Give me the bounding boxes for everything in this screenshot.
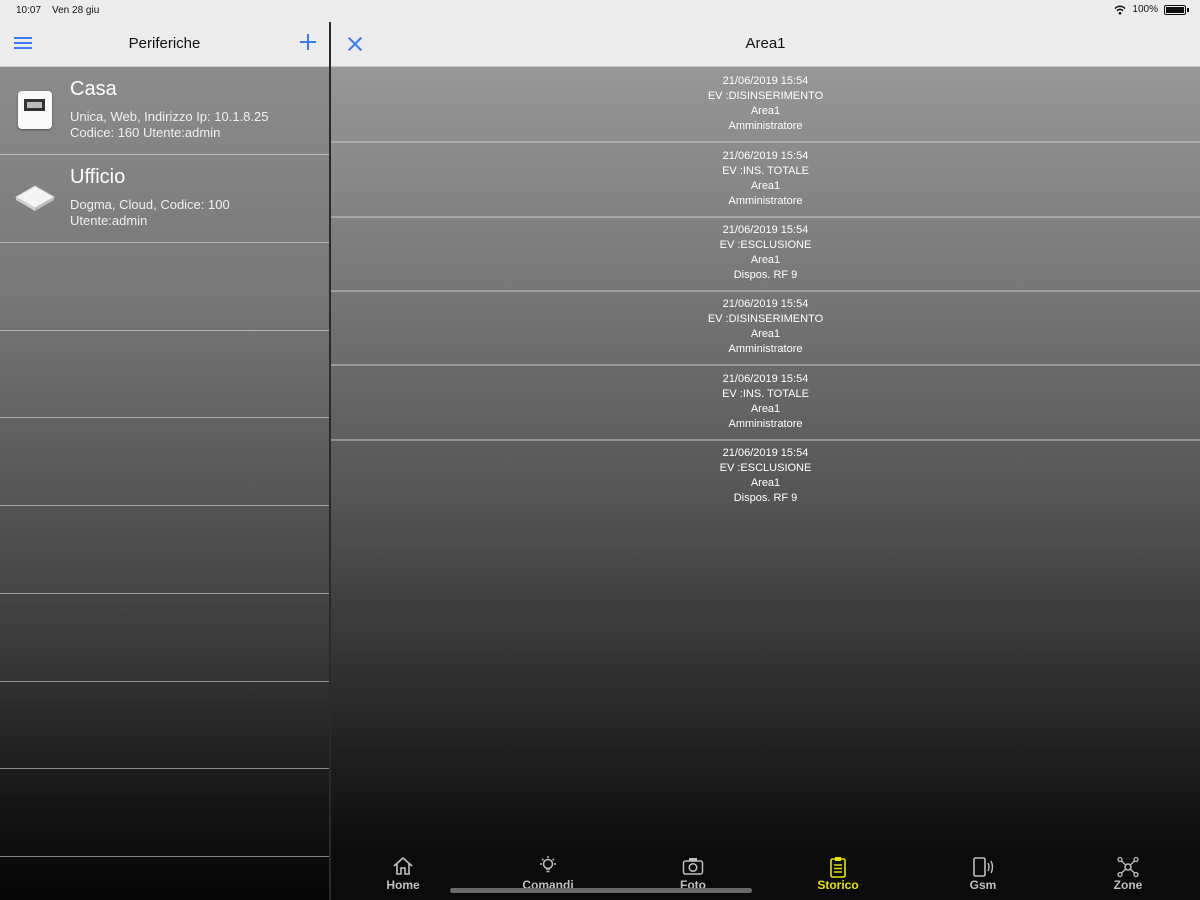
- event-user: Amministratore: [728, 418, 803, 430]
- device-name: Casa: [70, 78, 117, 100]
- event-date: 21/06/2019 15:54: [722, 447, 809, 459]
- status-indicators: 100%: [1114, 4, 1189, 15]
- devices-header: Periferiche: [0, 22, 329, 67]
- event-user: Dispos. RF 9: [733, 269, 798, 281]
- device-details: Unica, Web, Indirizzo Ip: 10.1.8.25: [70, 109, 269, 124]
- history-pane: Area1 21/06/2019 15:54 EV :DISINSERIMENT…: [331, 0, 1200, 900]
- event-row: 21/06/2019 15:54 EV :INS. TOTALE Area1 A…: [331, 365, 1200, 441]
- lightbulb-icon: [540, 856, 556, 873]
- camera-icon: [682, 858, 704, 875]
- event-row: 21/06/2019 15:54 EV :ESCLUSIONE Area1 Di…: [331, 439, 1200, 513]
- empty-row: [0, 243, 329, 331]
- wifi-icon: [1114, 5, 1126, 15]
- tab-gsm[interactable]: Gsm: [923, 850, 1043, 900]
- router-icon: [15, 185, 55, 211]
- empty-row: [0, 769, 329, 857]
- device-credentials: Utente:admin: [70, 213, 148, 228]
- event-type: EV :DISINSERIMENTO: [707, 313, 824, 325]
- device-row-ufficio[interactable]: Ufficio Dogma, Cloud, Codice: 100 Utente…: [0, 155, 329, 243]
- event-row: 21/06/2019 15:54 EV :INS. TOTALE Area1 A…: [331, 142, 1200, 218]
- devices-title: Periferiche: [128, 35, 201, 52]
- status-date: Ven 28 giu: [52, 5, 100, 16]
- event-row: 21/06/2019 15:54 EV :DISINSERIMENTO Area…: [331, 290, 1200, 366]
- event-area: Area1: [750, 105, 781, 117]
- event-area: Area1: [750, 477, 781, 489]
- panel-icon: [18, 91, 52, 129]
- event-area: Area1: [750, 403, 781, 415]
- device-details: Dogma, Cloud, Codice: 100: [70, 197, 230, 212]
- event-date: 21/06/2019 15:54: [722, 298, 809, 310]
- event-date: 21/06/2019 15:54: [722, 373, 809, 385]
- tab-label: Zone: [1113, 878, 1143, 892]
- event-type: EV :DISINSERIMENTO: [707, 90, 824, 102]
- empty-row: [0, 594, 329, 682]
- home-indicator[interactable]: [450, 888, 752, 893]
- empty-row: [0, 506, 329, 594]
- status-time: 10:07: [16, 5, 42, 16]
- tab-home[interactable]: Home: [343, 850, 463, 900]
- event-area: Area1: [750, 254, 781, 266]
- tab-label: Home: [386, 878, 420, 892]
- tab-storico[interactable]: Storico: [778, 850, 898, 900]
- status-bar: 10:07 Ven 28 giu 100%: [0, 0, 1200, 22]
- event-user: Dispos. RF 9: [733, 492, 798, 504]
- zones-icon: [1117, 856, 1139, 878]
- event-date: 21/06/2019 15:54: [722, 75, 809, 87]
- event-type: EV :ESCLUSIONE: [719, 239, 812, 251]
- battery-percent: 100%: [1132, 4, 1158, 15]
- event-type: EV :INS. TOTALE: [722, 165, 809, 177]
- tab-label: Storico: [817, 878, 859, 892]
- empty-row: [0, 331, 329, 418]
- empty-row: [0, 682, 329, 769]
- event-type: EV :INS. TOTALE: [722, 388, 809, 400]
- event-type: EV :ESCLUSIONE: [719, 462, 812, 474]
- event-date: 21/06/2019 15:54: [722, 150, 809, 162]
- devices-pane: Periferiche Casa Unica, Web, Indirizzo I…: [0, 0, 329, 900]
- home-icon: [393, 856, 413, 875]
- phone-signal-icon: [973, 857, 994, 877]
- event-date: 21/06/2019 15:54: [722, 224, 809, 236]
- tab-zone[interactable]: Zone: [1068, 850, 1188, 900]
- event-user: Amministratore: [728, 343, 803, 355]
- event-user: Amministratore: [728, 120, 803, 132]
- event-row: 21/06/2019 15:54 EV :DISINSERIMENTO Area…: [331, 67, 1200, 143]
- event-area: Area1: [750, 180, 781, 192]
- event-area: Area1: [750, 328, 781, 340]
- event-user: Amministratore: [728, 195, 803, 207]
- battery-icon: [1164, 4, 1189, 15]
- tab-label: Gsm: [969, 878, 997, 892]
- add-device-icon[interactable]: [298, 32, 318, 52]
- event-row: 21/06/2019 15:54 EV :ESCLUSIONE Area1 Di…: [331, 216, 1200, 292]
- clipboard-icon: [830, 857, 846, 878]
- history-title: Area1: [745, 35, 786, 52]
- device-row-casa[interactable]: Casa Unica, Web, Indirizzo Ip: 10.1.8.25…: [0, 67, 329, 155]
- history-header: Area1: [331, 22, 1200, 67]
- empty-row: [0, 418, 329, 506]
- device-credentials: Codice: 160 Utente:admin: [70, 125, 221, 140]
- device-name: Ufficio: [70, 166, 126, 188]
